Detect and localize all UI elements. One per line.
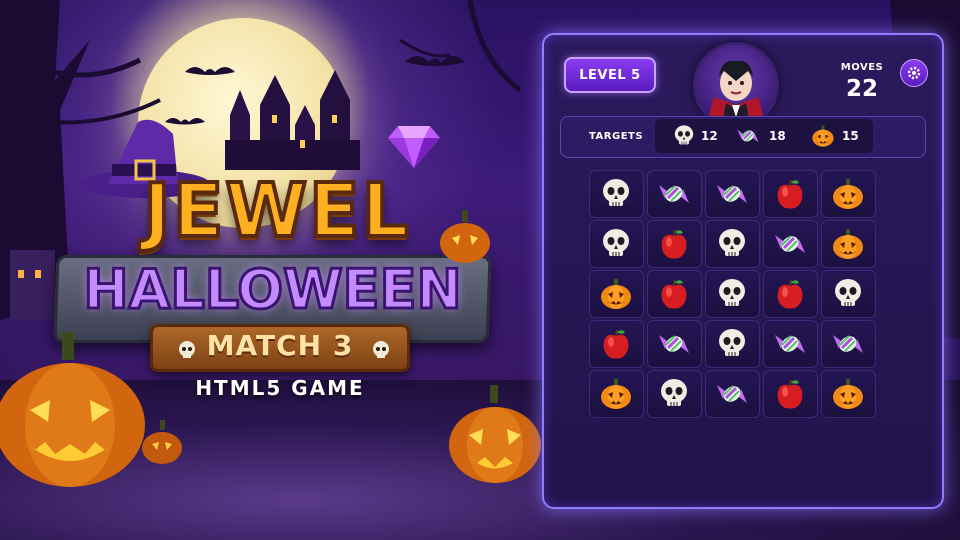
board-cell-candy[interactable] <box>763 220 818 268</box>
board-cell-candy[interactable] <box>705 370 760 418</box>
board-cell-skull[interactable] <box>821 270 876 318</box>
apple-icon <box>599 327 633 361</box>
target-pumpkin-icon <box>811 124 835 148</box>
board-cell-pumpkin[interactable] <box>589 270 644 318</box>
board-cell-candy[interactable] <box>705 170 760 218</box>
candy-icon <box>657 327 691 361</box>
jack-o-lantern-icon <box>0 332 145 487</box>
board-cell-apple[interactable] <box>763 270 818 318</box>
candy-icon <box>773 327 807 361</box>
skull-icon <box>715 327 749 361</box>
level-button[interactable]: LEVEL 5 <box>564 57 656 93</box>
jack-o-lantern-icon <box>449 385 541 483</box>
board-cell-skull[interactable] <box>705 320 760 368</box>
board-cell-skull[interactable] <box>705 220 760 268</box>
board-cell-apple[interactable] <box>647 270 702 318</box>
subtitle: HTML5 GAME <box>195 376 365 400</box>
board-cell-candy[interactable] <box>647 170 702 218</box>
target-skull-count: 12 <box>701 129 718 143</box>
board-cell-candy[interactable] <box>821 320 876 368</box>
board-cell-apple[interactable] <box>647 220 702 268</box>
game-board <box>589 170 893 418</box>
settings-button[interactable] <box>900 59 928 87</box>
board-cell-pumpkin[interactable] <box>821 220 876 268</box>
apple-icon <box>773 277 807 311</box>
apple-icon <box>657 227 691 261</box>
skull-icon <box>715 227 749 261</box>
skull-icon <box>599 177 633 211</box>
pumpkin-icon <box>831 177 865 211</box>
title-halloween: HALLOWEEN <box>82 257 463 323</box>
candy-icon <box>715 377 749 411</box>
candy-icon <box>715 177 749 211</box>
gear-icon <box>907 66 921 80</box>
pumpkin-icon <box>440 210 490 263</box>
pumpkin-icon <box>599 377 633 411</box>
apple-icon <box>773 177 807 211</box>
pumpkin-icon <box>142 420 182 464</box>
target-skull-icon <box>672 124 696 148</box>
board-cell-skull[interactable] <box>589 170 644 218</box>
skull-icon <box>371 340 391 365</box>
pumpkin-icon <box>599 277 633 311</box>
board-cell-pumpkin[interactable] <box>821 370 876 418</box>
target-candy-count: 18 <box>769 129 786 143</box>
board-cell-apple[interactable] <box>763 170 818 218</box>
skull-icon <box>657 377 691 411</box>
pumpkin-icon <box>831 227 865 261</box>
target-candy-icon <box>736 124 760 148</box>
board-cell-apple[interactable] <box>589 320 644 368</box>
targets-label: TARGETS <box>589 131 644 142</box>
board-cell-pumpkin[interactable] <box>589 370 644 418</box>
apple-icon <box>773 377 807 411</box>
skull-icon <box>831 277 865 311</box>
pumpkin-icon <box>831 377 865 411</box>
board-cell-pumpkin[interactable] <box>821 170 876 218</box>
apple-icon <box>657 277 691 311</box>
skull-icon <box>715 277 749 311</box>
title-jewel: JEWEL <box>141 166 411 256</box>
board-cell-apple[interactable] <box>763 370 818 418</box>
candy-icon <box>773 227 807 261</box>
candy-icon <box>831 327 865 361</box>
board-cell-candy[interactable] <box>763 320 818 368</box>
moves-label: MOVES <box>840 62 884 73</box>
board-cell-skull[interactable] <box>705 270 760 318</box>
board-cell-skull[interactable] <box>647 370 702 418</box>
candy-icon <box>657 177 691 211</box>
board-cell-candy[interactable] <box>647 320 702 368</box>
moves-counter: 22 <box>845 76 878 102</box>
skull-icon <box>599 227 633 261</box>
board-cell-skull[interactable] <box>589 220 644 268</box>
target-pumpkin-count: 15 <box>842 129 859 143</box>
purple-gem-icon <box>388 126 440 168</box>
